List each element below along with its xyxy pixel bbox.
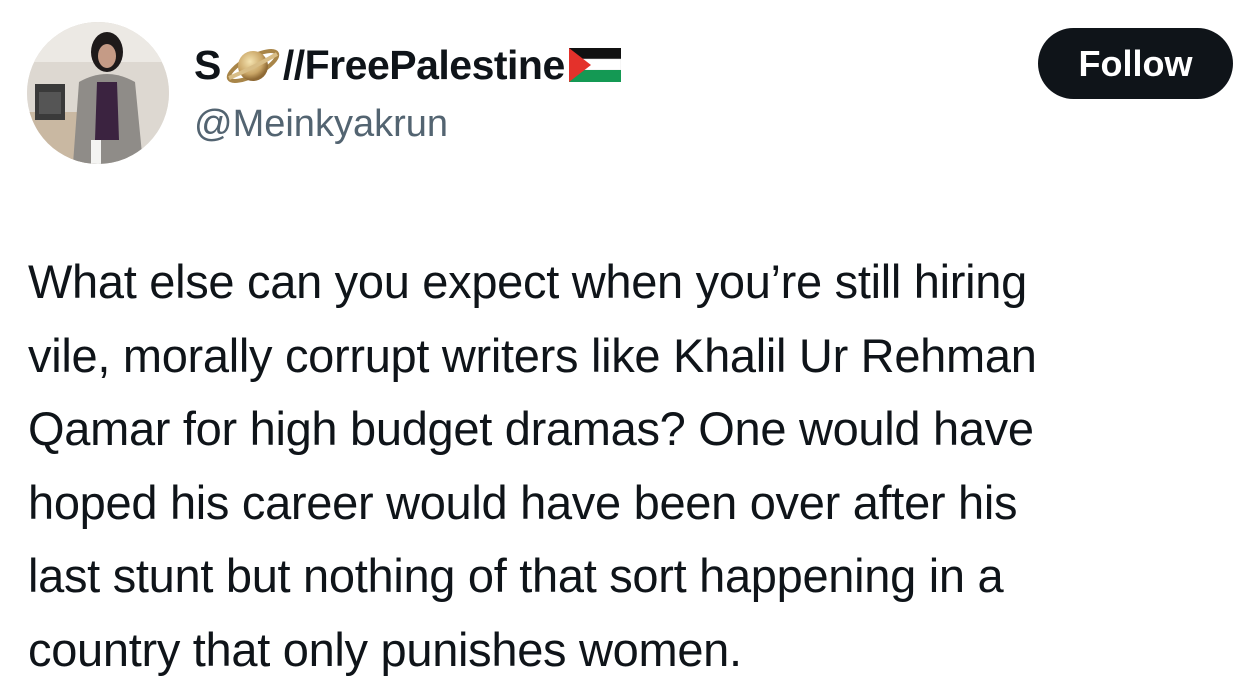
avatar[interactable] (27, 22, 169, 164)
display-name-row[interactable]: S //FreePalestine (194, 38, 622, 92)
tweet-text: What else can you expect when you’re sti… (28, 255, 1037, 676)
display-name-prefix: S (194, 42, 221, 88)
display-name-suffix: //FreePalestine (282, 42, 565, 88)
ringed-planet-icon (225, 38, 281, 92)
follow-button[interactable]: Follow (1038, 28, 1233, 99)
user-handle[interactable]: @Meinkyakrun (194, 100, 448, 148)
tweet-card: S //FreePalestine @Meinkyakrun Follow Wh… (0, 0, 1257, 699)
palestine-flag-icon (568, 46, 622, 84)
